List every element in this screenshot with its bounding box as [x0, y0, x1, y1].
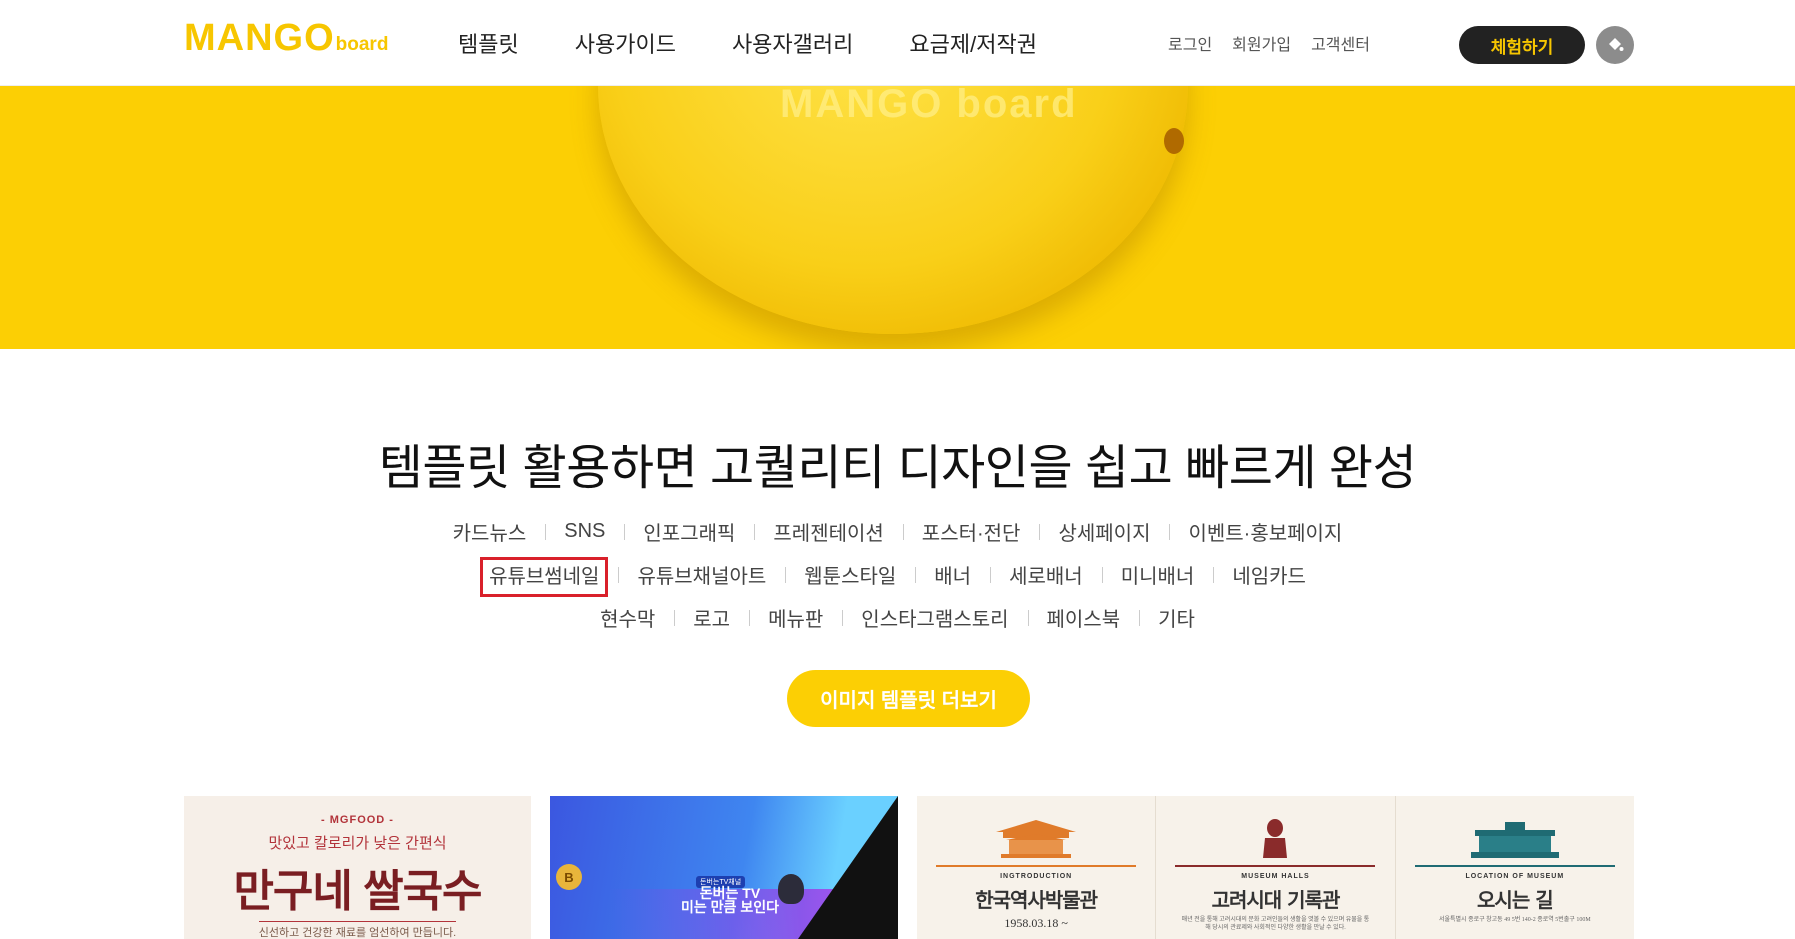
category-detail-page[interactable]: 상세페이지	[1039, 517, 1169, 546]
trial-button[interactable]: 체험하기	[1459, 26, 1585, 64]
category-row: 현수막 로고 메뉴판 인스타그램스토리 페이스북 기타	[0, 603, 1795, 632]
highlighted-category-label[interactable]: 유튜브썸네일	[480, 557, 609, 597]
thumb-tag: - MGFOOD -	[321, 814, 394, 826]
thumb-title-line1: 돈버는 TV	[699, 885, 761, 901]
divider	[1175, 865, 1376, 867]
panel-label: MUSEUM HALLS	[1241, 873, 1310, 880]
divider	[1414, 865, 1615, 867]
thumb-subtitle: 맛있고 칼로리가 낮은 간편식	[268, 835, 447, 852]
category-presentation[interactable]: 프레젠테이션	[754, 517, 902, 546]
nav-pricing-copyright[interactable]: 요금제/저작권	[909, 27, 1037, 59]
category-vertical-banner[interactable]: 세로배너	[990, 560, 1102, 589]
category-row: 유튜브썸네일 유튜브채널아트 웹툰스타일 배너 세로배너 미니배너 네임카드	[0, 557, 1795, 597]
main-nav: 템플릿 사용가이드 사용자갤러리 요금제/저작권	[458, 0, 1037, 86]
category-row: 카드뉴스 SNS 인포그래픽 프레젠테이션 포스터·전단 상세페이지 이벤트·홍…	[0, 517, 1795, 546]
logo-sub-text: board	[335, 34, 389, 55]
palace-icon	[996, 820, 1077, 858]
category-youtube-channel-art[interactable]: 유튜브채널아트	[618, 560, 785, 589]
more-image-templates-button[interactable]: 이미지 템플릿 더보기	[787, 670, 1030, 727]
museum-panel-halls: MUSEUM HALLS 고려시대 기록관 매년 전을 통해 고려시대의 문화 …	[1156, 796, 1396, 939]
category-poster-flyer[interactable]: 포스터·전단	[902, 517, 1040, 546]
category-sns[interactable]: SNS	[545, 520, 624, 543]
divider	[936, 865, 1137, 867]
panel-info: 매년 전을 통해 고려시대의 문화 고려인들의 생활을 엿볼 수 있으며 유물을…	[1181, 917, 1370, 931]
museum-panel-location: LOCATION OF MUSEUM 오시는 길 서울특별시 종로구 창고동 4…	[1396, 796, 1634, 939]
bitcoin-icon: B	[556, 864, 582, 890]
util-links: 로그인 회원가입 고객센터	[1168, 0, 1370, 86]
buddha-icon	[1263, 819, 1288, 858]
panel-title: 고려시대 기록관	[1211, 888, 1341, 912]
category-menu-board[interactable]: 메뉴판	[749, 603, 842, 632]
thumb-title-line2: 미는 만큼 보인다	[681, 899, 779, 915]
mango-engraved-logo: MANGO board	[780, 86, 1078, 126]
site-header: MANGO board 템플릿 사용가이드 사용자갤러리 요금제/저작권 로그인…	[0, 0, 1795, 86]
category-placard[interactable]: 현수막	[581, 603, 674, 632]
category-instagram-story[interactable]: 인스타그램스토리	[842, 603, 1027, 632]
paint-bucket-icon[interactable]	[1596, 26, 1634, 64]
thumb-description: 신선하고 건강한 재료를 엄선하여 만듭니다.	[258, 921, 457, 939]
customer-center-link[interactable]: 고객센터	[1311, 31, 1370, 55]
category-cardnews[interactable]: 카드뉴스	[434, 517, 546, 546]
mangoboard-logo[interactable]: MANGO board	[184, 18, 388, 58]
category-logo[interactable]: 로고	[674, 603, 749, 632]
hero-banner: MANGO board	[0, 86, 1795, 349]
panel-title: 한국역사박물관	[975, 888, 1098, 912]
thumb-title: 만구네 쌀국수	[233, 867, 482, 916]
nav-user-gallery[interactable]: 사용자갤러리	[732, 27, 853, 59]
template-thumbnail-museum[interactable]: INGTRODUCTION 한국역사박물관 1958.03.18 ~ MUSEU…	[917, 796, 1634, 939]
category-banner[interactable]: 배너	[915, 560, 990, 589]
category-mini-banner[interactable]: 미니배너	[1101, 560, 1214, 589]
panel-info: 서울특별시 종로구 창고동 49 5번 140-2 종로역 5번출구 100M	[1438, 917, 1591, 923]
login-link[interactable]: 로그인	[1168, 31, 1212, 55]
category-event-promo-page[interactable]: 이벤트·홍보페이지	[1169, 517, 1361, 546]
mango-stem	[1164, 128, 1184, 154]
template-thumbnail-money-tv[interactable]: B 돈버는TV채널 돈버는 TV 미는 만큼 보인다	[550, 796, 898, 939]
category-youtube-thumbnail[interactable]: 유튜브썸네일	[470, 557, 618, 597]
category-webtoon-style[interactable]: 웹툰스타일	[785, 560, 915, 589]
template-thumbnail-rice-noodle[interactable]: - MGFOOD - 맛있고 칼로리가 낮은 간편식 만구네 쌀국수 신선하고 …	[184, 796, 531, 939]
panel-title: 오시는 길	[1477, 888, 1554, 912]
museum-building-icon	[1470, 822, 1559, 858]
nav-user-guide[interactable]: 사용가이드	[575, 27, 676, 59]
nav-templates[interactable]: 템플릿	[458, 27, 519, 59]
section-title: 템플릿 활용하면 고퀄리티 디자인을 쉽고 빠르게 완성	[378, 442, 1417, 495]
thumb-title: 돈버는 TV 미는 만큼 보인다	[680, 886, 780, 914]
signup-link[interactable]: 회원가입	[1232, 31, 1291, 55]
category-infographic[interactable]: 인포그래픽	[624, 517, 754, 546]
museum-panel-intro: INGTRODUCTION 한국역사박물관 1958.03.18 ~	[917, 796, 1157, 939]
astronaut-icon	[778, 874, 804, 904]
panel-label: INGTRODUCTION	[1000, 873, 1073, 880]
panel-label: LOCATION OF MUSEUM	[1465, 873, 1565, 880]
category-facebook[interactable]: 페이스북	[1027, 603, 1140, 632]
panel-info: 1958.03.18 ~	[1004, 916, 1068, 930]
category-name-card[interactable]: 네임카드	[1213, 560, 1325, 589]
logo-main-text: MANGO	[184, 17, 335, 59]
category-etc[interactable]: 기타	[1139, 603, 1214, 632]
